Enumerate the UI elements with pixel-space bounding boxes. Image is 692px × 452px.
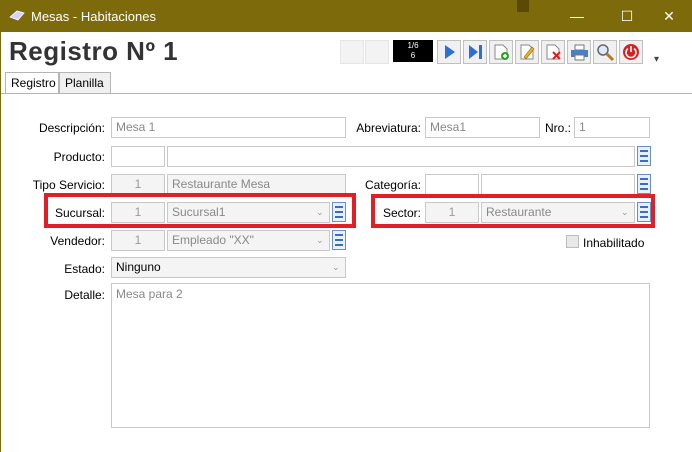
vendedor-label: Vendedor: bbox=[50, 234, 105, 248]
delete-record-button[interactable] bbox=[541, 40, 565, 64]
sector-code-field[interactable]: 1 bbox=[425, 202, 479, 223]
print-button[interactable] bbox=[567, 40, 591, 64]
maximize-button[interactable]: ☐ bbox=[604, 0, 650, 32]
nro-label: Nro.: bbox=[544, 121, 571, 135]
last-record-button[interactable] bbox=[463, 40, 487, 64]
edit-record-button[interactable] bbox=[515, 40, 539, 64]
record-counter: 1/6 6 bbox=[393, 40, 433, 62]
sucursal-code-field[interactable]: 1 bbox=[111, 202, 165, 223]
tab-planilla[interactable]: Planilla bbox=[59, 72, 111, 94]
toolbar-overflow-icon[interactable]: ▾ bbox=[654, 54, 659, 65]
abreviatura-label: Abreviatura: bbox=[356, 121, 421, 135]
detalle-textarea[interactable]: Mesa para 2 bbox=[111, 283, 650, 428]
sector-lookup-icon[interactable] bbox=[637, 202, 651, 222]
categoria-label: Categoría: bbox=[364, 178, 421, 192]
abreviatura-field[interactable]: Mesa1 bbox=[425, 117, 540, 138]
toolbar-blank-1[interactable] bbox=[340, 40, 364, 64]
title-bar: Mesas - Habitaciones — ☐ ✕ bbox=[1, 0, 692, 32]
app-window: Mesas - Habitaciones — ☐ ✕ Registro Nº 1… bbox=[0, 0, 692, 452]
vendedor-dropdown[interactable]: Empleado "XX" ⌄ bbox=[167, 230, 330, 251]
search-button[interactable] bbox=[593, 40, 617, 64]
sector-selected-value: Restaurante bbox=[486, 205, 552, 219]
producto-name-field[interactable] bbox=[167, 146, 635, 167]
chevron-down-icon: ⌄ bbox=[621, 207, 629, 217]
chevron-down-icon: ⌄ bbox=[316, 207, 324, 217]
estado-selected-value: Ninguno bbox=[116, 260, 161, 274]
vendedor-code-field[interactable]: 1 bbox=[111, 230, 165, 251]
estado-dropdown[interactable]: Ninguno ⌄ bbox=[111, 257, 346, 278]
power-exit-button[interactable] bbox=[619, 40, 643, 64]
sucursal-selected-value: Sucursal1 bbox=[172, 205, 226, 219]
sucursal-dropdown[interactable]: Sucursal1 ⌄ bbox=[167, 202, 330, 223]
categoria-lookup-icon[interactable] bbox=[637, 174, 651, 194]
next-record-button[interactable] bbox=[437, 40, 461, 64]
vendedor-lookup-icon[interactable] bbox=[332, 230, 346, 250]
tipo-servicio-label: Tipo Servicio: bbox=[32, 178, 105, 192]
vendedor-selected-value: Empleado "XX" bbox=[172, 233, 254, 247]
producto-code-field[interactable] bbox=[111, 146, 165, 167]
titlebar-notch bbox=[517, 0, 529, 12]
detalle-label: Detalle: bbox=[64, 288, 105, 302]
descripcion-label: Descripción: bbox=[38, 121, 105, 135]
sucursal-label: Sucursal: bbox=[54, 206, 105, 220]
chevron-down-icon: ⌄ bbox=[316, 235, 324, 245]
producto-lookup-icon[interactable] bbox=[637, 146, 651, 166]
toolbar-blank-2[interactable] bbox=[365, 40, 389, 64]
inhabilitado-checkbox[interactable] bbox=[566, 235, 579, 248]
close-button[interactable]: ✕ bbox=[646, 0, 692, 32]
categoria-name-field[interactable] bbox=[481, 174, 635, 195]
sector-label: Sector: bbox=[382, 206, 421, 220]
minimize-button[interactable]: — bbox=[554, 0, 600, 32]
descripcion-field[interactable]: Mesa 1 bbox=[111, 117, 346, 138]
sucursal-lookup-icon[interactable] bbox=[332, 202, 346, 222]
record-title: Registro Nº 1 bbox=[9, 36, 179, 66]
counter-total: 6 bbox=[410, 51, 416, 60]
tipo-servicio-code-field[interactable]: 1 bbox=[111, 174, 165, 195]
counter-position: 1/6 bbox=[407, 41, 419, 50]
tab-registro[interactable]: Registro bbox=[5, 72, 59, 95]
inhabilitado-label: Inhabilitado bbox=[583, 236, 645, 250]
tipo-servicio-name-field[interactable]: Restaurante Mesa bbox=[167, 174, 346, 195]
new-record-button[interactable] bbox=[489, 40, 513, 64]
sector-dropdown[interactable]: Restaurante ⌄ bbox=[481, 202, 635, 223]
window-title: Mesas - Habitaciones bbox=[31, 9, 156, 24]
categoria-code-field[interactable] bbox=[425, 174, 479, 195]
estado-label: Estado: bbox=[64, 262, 105, 276]
app-icon bbox=[9, 9, 25, 21]
nro-field[interactable]: 1 bbox=[574, 117, 650, 138]
chevron-down-icon: ⌄ bbox=[332, 262, 340, 272]
producto-label: Producto: bbox=[53, 150, 105, 164]
